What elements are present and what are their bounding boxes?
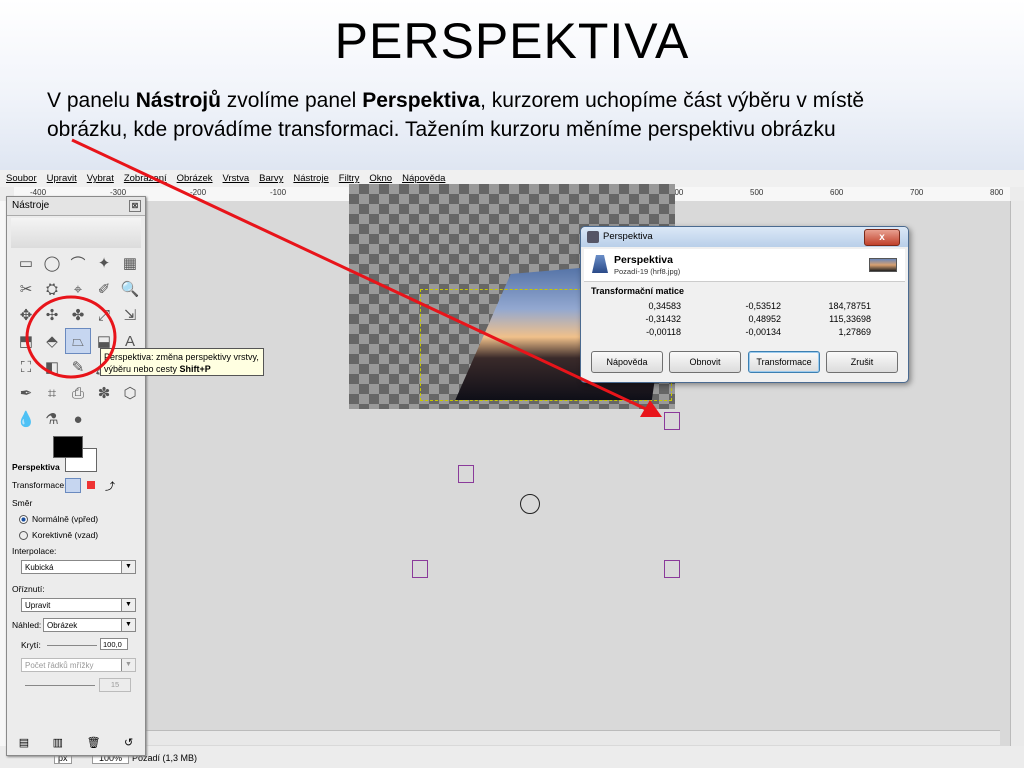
annotation-arrow-line <box>71 138 649 412</box>
annotation-overlay <box>25 138 662 417</box>
highlight-circle <box>25 295 117 379</box>
